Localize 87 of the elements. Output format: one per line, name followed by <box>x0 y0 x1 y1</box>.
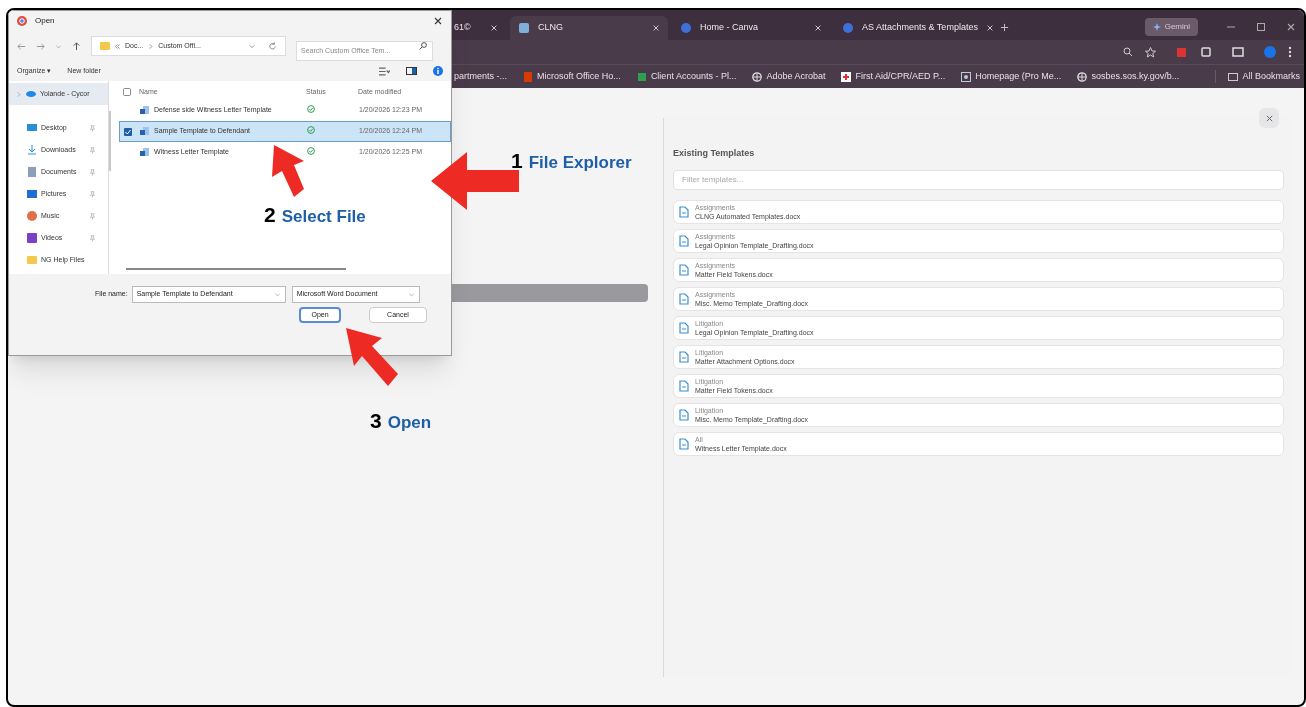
folder-icon <box>27 255 37 265</box>
document-icon <box>679 379 689 392</box>
pin-icon <box>89 234 96 242</box>
document-icon <box>679 205 689 218</box>
sidepanel-icon[interactable] <box>1232 46 1244 58</box>
bookmark-icon <box>523 71 533 82</box>
star-icon[interactable] <box>1145 46 1156 58</box>
documents-icon <box>27 167 37 177</box>
document-icon <box>679 408 689 421</box>
folder-icon <box>100 42 110 50</box>
bookmark-link[interactable]: partments -... <box>454 69 507 84</box>
step-number: 1 <box>511 148 523 174</box>
check-circle-icon <box>307 104 315 113</box>
search-icon[interactable] <box>1123 47 1133 57</box>
step-number: 3 <box>370 408 382 434</box>
maximize-icon[interactable] <box>1256 22 1266 32</box>
help-icon[interactable] <box>433 66 443 76</box>
close-button[interactable] <box>1259 108 1279 128</box>
music-icon <box>27 211 37 221</box>
bookmark-icon <box>841 71 852 82</box>
pictures-icon <box>27 189 37 199</box>
pin-icon <box>89 190 96 198</box>
bookmark-link[interactable]: All Bookmarks <box>1242 69 1300 84</box>
search-icon <box>419 42 427 50</box>
forward-icon[interactable] <box>36 41 45 51</box>
bookmark-icon <box>636 71 647 82</box>
cloud-icon <box>26 89 36 99</box>
back-icon[interactable] <box>17 41 26 51</box>
pin-icon <box>89 168 96 176</box>
tab-favicon-icon <box>680 22 692 34</box>
bookmark-icon <box>1077 71 1088 82</box>
close-icon <box>1264 113 1274 123</box>
close-icon[interactable] <box>1286 22 1296 32</box>
document-icon <box>679 321 689 334</box>
tab-favicon-icon <box>842 22 854 34</box>
check-circle-icon <box>307 146 315 155</box>
download-icon <box>27 145 37 155</box>
browser-tab[interactable]: CLNG <box>510 16 668 40</box>
sparkle-icon <box>1152 23 1161 31</box>
word-file-icon <box>140 127 149 136</box>
step-label: Select File <box>281 206 366 228</box>
bookmark-link[interactable]: Microsoft Office Ho... <box>537 69 621 84</box>
refresh-icon[interactable] <box>268 41 277 51</box>
bookmark-link[interactable]: Client Accounts - Pl... <box>650 69 737 84</box>
tab-favicon-icon <box>518 22 530 34</box>
bookmark-link[interactable]: sosbes.sos.ky.gov/b... <box>1091 69 1180 84</box>
pin-icon <box>89 146 96 154</box>
bookmark-icon <box>752 71 763 82</box>
document-icon <box>679 234 689 247</box>
up-icon[interactable] <box>72 41 81 51</box>
chevron-right-icon <box>15 90 22 98</box>
close-icon[interactable] <box>433 16 443 26</box>
bookmark-link[interactable]: Homepage (Pro Me... <box>975 69 1062 84</box>
app-icon <box>17 16 27 26</box>
pin-icon <box>89 124 96 132</box>
chevron-down-icon <box>273 291 281 298</box>
document-icon <box>679 292 689 305</box>
step-label: File Explorer <box>528 152 632 174</box>
document-icon <box>679 437 689 450</box>
close-icon[interactable] <box>985 24 994 32</box>
videos-icon <box>27 233 37 243</box>
gemini-button[interactable]: Gemini <box>1144 18 1198 36</box>
desktop-icon <box>27 123 37 133</box>
more-icon[interactable] <box>1288 46 1292 58</box>
step-number: 2 <box>264 202 276 228</box>
document-icon <box>679 350 689 363</box>
double-chevron-icon <box>114 42 121 50</box>
check-circle-icon <box>307 125 315 134</box>
folder-icon <box>1228 72 1239 81</box>
checkbox-icon[interactable] <box>123 88 131 96</box>
new-tab-icon[interactable] <box>1000 23 1009 32</box>
step-label: Open <box>387 412 432 434</box>
dialog-title: Open <box>35 15 56 27</box>
word-file-icon <box>140 106 149 115</box>
bookmark-icon <box>961 71 972 82</box>
bookmark-link[interactable]: Adobe Acrobat <box>766 69 826 84</box>
section-heading: Existing Templates <box>673 147 756 160</box>
document-icon <box>679 263 689 276</box>
bookmark-link[interactable]: First Aid/CPR/AED P... <box>855 69 946 84</box>
checkbox-checked-icon[interactable] <box>124 127 132 136</box>
chevron-right-icon <box>147 42 155 50</box>
pin-icon <box>89 212 96 220</box>
chevron-down-icon <box>407 291 415 298</box>
word-file-icon <box>140 148 149 157</box>
view-menu-icon[interactable] <box>379 65 390 77</box>
preview-pane-icon[interactable] <box>406 67 417 75</box>
filter-field[interactable]: Filter templates... <box>673 169 1284 190</box>
